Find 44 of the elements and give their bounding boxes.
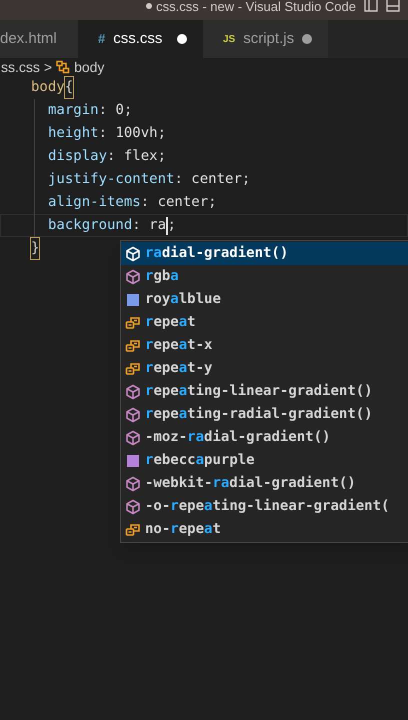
window-title: css.css - new - Visual Studio Code	[146, 0, 356, 12]
code-line: display: flex;	[48, 147, 166, 166]
code-line: background: ra;	[48, 216, 176, 236]
cube-icon	[125, 406, 141, 422]
cube-icon	[125, 430, 141, 446]
suggestion-item[interactable]: no-repeat	[121, 518, 408, 541]
suggestion-item[interactable]: royalblue	[121, 288, 408, 311]
panel-icon[interactable]	[386, 0, 400, 12]
suggestion-item[interactable]: radial-gradient()	[121, 242, 408, 265]
breadcrumb-separator: >	[44, 58, 52, 76]
editor-tab[interactable]: JS script.js	[203, 20, 328, 58]
suggestion-item[interactable]: rgba	[121, 265, 408, 288]
enum-icon	[125, 338, 141, 354]
code-line: body{	[31, 77, 74, 98]
code-line: margin: 0;	[48, 101, 132, 120]
editor-tab[interactable]: # css.css	[78, 20, 203, 58]
editor-tab[interactable]: dex.html	[0, 20, 78, 58]
cube-icon	[125, 268, 141, 284]
breadcrumb-file[interactable]: ss.css	[1, 56, 40, 78]
breadcrumb-symbol[interactable]: body	[74, 56, 104, 78]
cube-icon	[125, 498, 141, 514]
cube-icon	[125, 384, 141, 400]
cube-icon	[125, 246, 141, 262]
suggestion-item[interactable]: repeat-x	[121, 334, 408, 357]
enum-icon	[125, 314, 141, 330]
code-line: height: 100vh;	[48, 124, 166, 143]
cube-icon	[125, 476, 141, 492]
layout-icon[interactable]	[364, 0, 378, 12]
suggestion-item[interactable]: -webkit-radial-gradient()	[121, 472, 408, 495]
suggestion-item[interactable]: repeat-y	[121, 357, 408, 380]
suggestion-item[interactable]: -o-repeating-linear-gradient(	[121, 495, 408, 518]
suggestion-item[interactable]: repeating-linear-gradient()	[121, 380, 408, 403]
symbol-icon	[56, 60, 70, 74]
code-line: justify-content: center;	[48, 170, 250, 189]
suggestion-item[interactable]: rebeccapurple	[121, 449, 408, 472]
suggestion-item[interactable]: -moz-radial-gradient()	[121, 426, 408, 449]
hash-icon: #	[98, 29, 106, 49]
code-line: align-items: center;	[48, 193, 217, 212]
code-line: }	[31, 238, 40, 259]
enum-icon	[125, 360, 141, 376]
js-icon: JS	[223, 32, 236, 46]
enum-icon	[125, 522, 141, 538]
suggestion-item[interactable]: repeat	[121, 311, 408, 334]
suggestion-item[interactable]: repeating-radial-gradient()	[121, 403, 408, 426]
